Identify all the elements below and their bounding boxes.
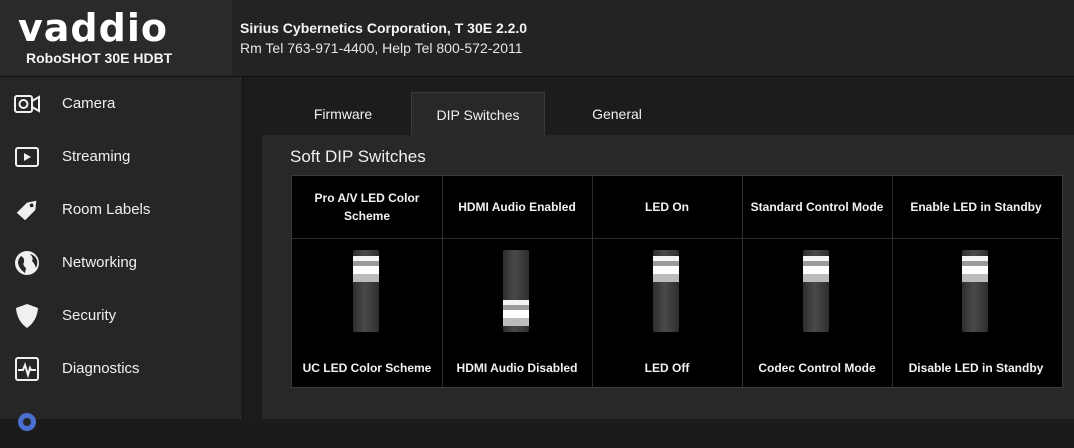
switch-knob — [353, 256, 379, 282]
globe-icon — [14, 250, 40, 276]
sidebar-item-camera[interactable]: Camera — [0, 77, 242, 130]
tab-firmware[interactable]: Firmware — [291, 92, 395, 136]
dip-off-label: Disable LED in Standby — [908, 361, 1044, 375]
dip-panel: Soft DIP Switches Pro A/V LED Color Sche… — [262, 135, 1074, 419]
camera-icon — [14, 91, 40, 117]
gear-icon — [14, 409, 40, 435]
dip-switch-toggle[interactable] — [803, 250, 829, 332]
dip-switch-table: Pro A/V LED Color Scheme UC LED Color Sc… — [291, 175, 1063, 388]
sidebar-item-room-labels[interactable]: Room Labels — [0, 183, 242, 236]
dip-switch-toggle[interactable] — [962, 250, 988, 332]
sidebar: Camera Streaming Room Labels Networking … — [0, 77, 243, 431]
dip-off-label: Codec Control Mode — [758, 361, 876, 375]
sidebar-item-label: Streaming — [62, 148, 131, 165]
model-name: RoboSHOT 30E HDBT — [26, 50, 173, 66]
sidebar-item-label: Room Labels — [62, 201, 151, 218]
phone-info: Rm Tel 763-971-4400, Help Tel 800-572-20… — [240, 40, 523, 56]
dip-switch-toggle[interactable] — [653, 250, 679, 332]
dip-on-label: HDMI Audio Enabled — [442, 176, 592, 239]
dip-switch-1: Pro A/V LED Color Scheme UC LED Color Sc… — [292, 176, 443, 387]
dip-off-label: UC LED Color Scheme — [302, 361, 432, 375]
sidebar-item-diagnostics[interactable]: Diagnostics — [0, 342, 242, 395]
panel-title: Soft DIP Switches — [290, 147, 426, 166]
dip-switch-2: HDMI Audio Enabled HDMI Audio Disabled — [442, 176, 593, 387]
tab-general[interactable]: General — [565, 92, 669, 136]
dip-off-label: HDMI Audio Disabled — [456, 361, 578, 375]
dip-switch-5: Enable LED in Standby Disable LED in Sta… — [892, 176, 1060, 387]
sidebar-item-label: Security — [62, 307, 117, 324]
switch-knob — [653, 256, 679, 282]
dip-switch-toggle[interactable] — [503, 250, 529, 332]
tag-icon — [14, 197, 40, 223]
sidebar-item-streaming[interactable]: Streaming — [0, 130, 242, 183]
vaddio-logo[interactable]: vaddio — [18, 8, 168, 48]
play-icon — [14, 144, 40, 170]
sidebar-item-partial[interactable] — [0, 395, 242, 448]
switch-knob — [962, 256, 988, 282]
pulse-icon — [14, 356, 40, 382]
main-content: Firmware DIP Switches General Soft DIP S… — [243, 77, 1074, 419]
sidebar-item-networking[interactable]: Networking — [0, 236, 242, 289]
dip-switch-toggle[interactable] — [353, 250, 379, 332]
dip-switch-4: Standard Control Mode Codec Control Mode — [742, 176, 893, 387]
switch-knob — [503, 300, 529, 326]
switch-knob — [803, 256, 829, 282]
dip-on-label: Standard Control Mode — [742, 176, 892, 239]
tab-dip-switches[interactable]: DIP Switches — [411, 92, 545, 137]
sidebar-item-label: Networking — [62, 254, 138, 271]
brand-area: vaddio RoboSHOT 30E HDBT — [0, 0, 232, 76]
sidebar-item-label: Camera — [62, 95, 116, 112]
company-info: Sirius Cybernetics Corporation, T 30E 2.… — [240, 20, 528, 36]
sidebar-item-security[interactable]: Security — [0, 289, 242, 342]
dip-on-label: LED On — [592, 176, 742, 239]
dip-switch-3: LED On LED Off — [592, 176, 743, 387]
sidebar-item-label: Diagnostics — [62, 360, 140, 377]
header: vaddio RoboSHOT 30E HDBT Sirius Cybernet… — [0, 0, 1074, 77]
dip-on-label: Pro A/V LED Color Scheme — [292, 176, 442, 239]
dip-off-label: LED Off — [644, 361, 690, 375]
shield-icon — [14, 303, 40, 329]
dip-on-label: Enable LED in Standby — [892, 176, 1060, 239]
